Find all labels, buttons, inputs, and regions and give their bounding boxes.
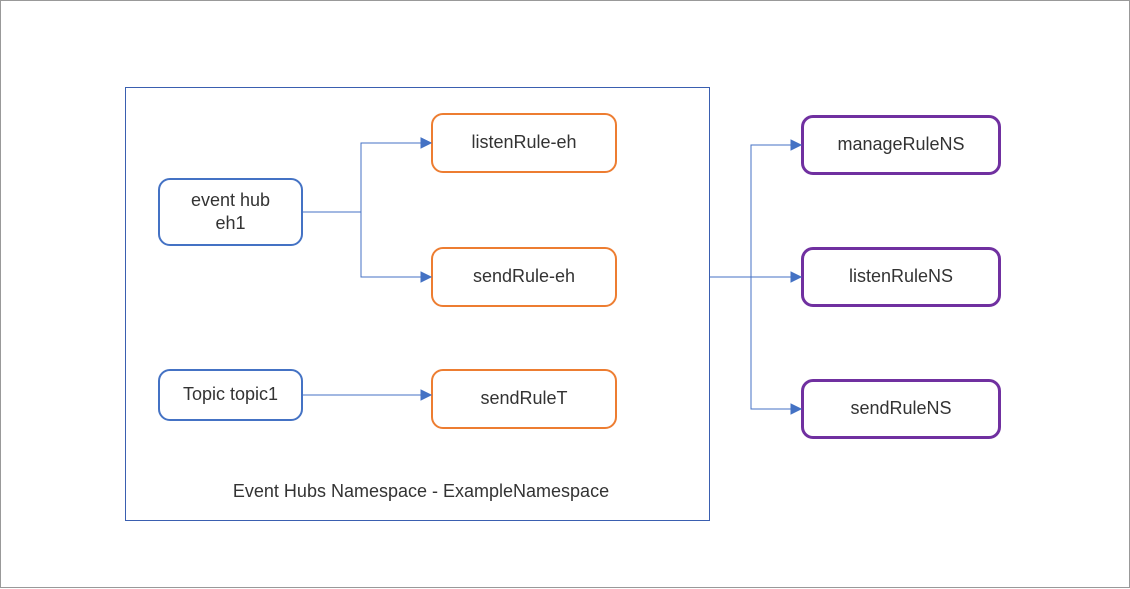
listen-rule-ns-node: listenRuleNS	[801, 247, 1001, 307]
namespace-label: Event Hubs Namespace - ExampleNamespace	[211, 481, 631, 502]
namespace-container	[125, 87, 710, 521]
diagram-canvas: Event Hubs Namespace - ExampleNamespace …	[0, 0, 1130, 588]
send-rule-t-node: sendRuleT	[431, 369, 617, 429]
manage-rule-ns-node: manageRuleNS	[801, 115, 1001, 175]
send-rule-eh-node: sendRule-eh	[431, 247, 617, 307]
send-rule-ns-node: sendRuleNS	[801, 379, 1001, 439]
listen-rule-eh-node: listenRule-eh	[431, 113, 617, 173]
topic-node: Topic topic1	[158, 369, 303, 421]
eventhub-node: event hub eh1	[158, 178, 303, 246]
